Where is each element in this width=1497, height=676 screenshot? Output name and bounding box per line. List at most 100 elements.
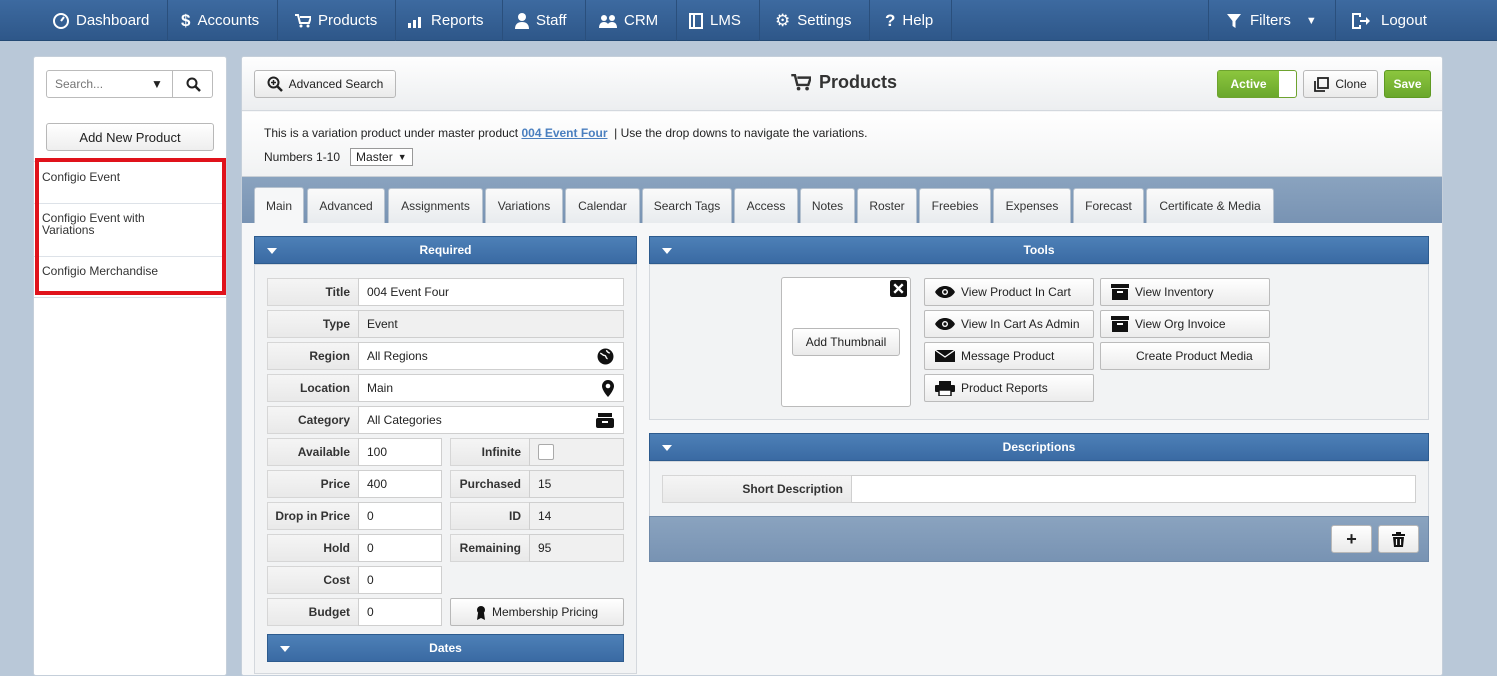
printer-icon bbox=[935, 380, 955, 396]
sidebar-item-configio-event[interactable]: Configio Event bbox=[42, 171, 220, 183]
message-product-button[interactable]: Message Product bbox=[924, 342, 1094, 370]
nav-help[interactable]: ? Help bbox=[867, 0, 953, 41]
available-label: Available bbox=[267, 438, 359, 466]
map-marker-icon bbox=[602, 380, 614, 397]
available-input[interactable]: 100 bbox=[358, 438, 442, 466]
hold-input[interactable]: 0 bbox=[358, 534, 442, 562]
add-new-product-button[interactable]: Add New Product bbox=[46, 123, 214, 151]
product-reports-button[interactable]: Product Reports bbox=[924, 374, 1094, 402]
tab-assignments[interactable]: Assignments bbox=[388, 188, 483, 223]
required-panel-header[interactable]: Required bbox=[254, 236, 637, 264]
short-description-input[interactable] bbox=[851, 475, 1416, 503]
question-icon: ? bbox=[885, 10, 896, 30]
region-select[interactable]: All Regions bbox=[358, 342, 624, 370]
add-thumbnail-button[interactable]: Add Thumbnail bbox=[792, 328, 900, 356]
tab-advanced[interactable]: Advanced bbox=[307, 188, 385, 223]
nav-label: Reports bbox=[431, 12, 484, 29]
location-value: Main bbox=[367, 381, 394, 395]
view-org-invoice-button[interactable]: View Org Invoice bbox=[1100, 310, 1270, 338]
gear-icon: ⚙ bbox=[775, 10, 791, 30]
master-product-link[interactable]: 004 Event Four bbox=[521, 126, 607, 140]
nav-products[interactable]: Products bbox=[277, 0, 397, 41]
create-product-media-button[interactable]: Create Product Media bbox=[1100, 342, 1270, 370]
descriptions-panel-header[interactable]: Descriptions bbox=[649, 433, 1429, 461]
search-button[interactable] bbox=[172, 71, 213, 97]
tab-variations[interactable]: Variations bbox=[485, 188, 563, 223]
infinite-checkbox[interactable] bbox=[538, 444, 554, 460]
view-product-in-cart-button[interactable]: View Product In Cart bbox=[924, 278, 1094, 306]
variation-selector-row: Numbers 1-10 Master ▼ bbox=[264, 148, 413, 166]
tab-calendar[interactable]: Calendar bbox=[565, 188, 640, 223]
membership-pricing-button[interactable]: Membership Pricing bbox=[450, 598, 624, 626]
nav-settings[interactable]: ⚙ Settings bbox=[757, 0, 871, 41]
sidebar-item-configio-merchandise[interactable]: Configio Merchandise bbox=[42, 265, 220, 277]
add-description-button[interactable]: + bbox=[1331, 525, 1372, 553]
clone-button[interactable]: Clone bbox=[1303, 70, 1378, 98]
caret-down-icon[interactable]: ▼ bbox=[151, 77, 163, 91]
active-toggle[interactable]: Active bbox=[1217, 70, 1297, 98]
dates-panel-header[interactable]: Dates bbox=[267, 634, 624, 662]
search-icon bbox=[186, 77, 201, 92]
trash-icon bbox=[1392, 531, 1405, 547]
tab-forecast[interactable]: Forecast bbox=[1073, 188, 1144, 223]
category-label: Category bbox=[267, 406, 359, 434]
nav-lms[interactable]: LMS bbox=[671, 0, 760, 41]
nav-reports[interactable]: Reports bbox=[390, 0, 503, 41]
nav-filters[interactable]: Filters ▼ bbox=[1208, 0, 1336, 41]
panel-title: Dates bbox=[429, 641, 462, 655]
budget-input[interactable]: 0 bbox=[358, 598, 442, 626]
tab-certificate-media[interactable]: Certificate & Media bbox=[1146, 188, 1274, 223]
tab-main[interactable]: Main bbox=[254, 187, 304, 224]
award-icon bbox=[476, 605, 485, 620]
tab-freebies[interactable]: Freebies bbox=[919, 188, 991, 223]
divider bbox=[34, 256, 224, 257]
sidebar-item-configio-event-variations[interactable]: Configio Event with Variations bbox=[42, 212, 192, 236]
save-button[interactable]: Save bbox=[1384, 70, 1431, 98]
advanced-search-button[interactable]: Advanced Search bbox=[254, 70, 396, 98]
title-input[interactable]: 004 Event Four bbox=[358, 278, 624, 306]
nav-label: Help bbox=[902, 12, 934, 29]
delete-description-button[interactable] bbox=[1378, 525, 1419, 553]
panel-title: Required bbox=[419, 243, 472, 257]
nav-logout[interactable]: Logout bbox=[1334, 0, 1445, 41]
tab-notes[interactable]: Notes bbox=[800, 188, 855, 223]
nav-label: Filters bbox=[1250, 12, 1291, 29]
tools-panel-header[interactable]: Tools bbox=[649, 236, 1429, 264]
tab-search-tags[interactable]: Search Tags bbox=[642, 188, 732, 223]
type-label: Type bbox=[267, 310, 359, 338]
page-title: Products bbox=[791, 72, 897, 93]
variation-select[interactable]: Master ▼ bbox=[350, 148, 413, 166]
close-icon[interactable] bbox=[890, 280, 907, 297]
page-title-text: Products bbox=[819, 72, 898, 92]
location-select[interactable]: Main bbox=[358, 374, 624, 402]
panel-title: Descriptions bbox=[1002, 440, 1076, 454]
nav-accounts[interactable]: $ Accounts bbox=[163, 0, 279, 41]
drop-in-price-input[interactable]: 0 bbox=[358, 502, 442, 530]
tab-roster[interactable]: Roster bbox=[857, 188, 917, 223]
nav-crm[interactable]: CRM bbox=[581, 0, 678, 41]
info-prefix: This is a variation product under master… bbox=[264, 126, 519, 140]
view-inventory-button[interactable]: View Inventory bbox=[1100, 278, 1270, 306]
button-label: Product Reports bbox=[961, 381, 1048, 395]
chart-icon bbox=[408, 16, 421, 28]
nav-label: CRM bbox=[624, 12, 659, 29]
nav-label: Settings bbox=[797, 12, 852, 29]
view-in-cart-as-admin-button[interactable]: View In Cart As Admin bbox=[924, 310, 1094, 338]
id-label: ID bbox=[450, 502, 530, 530]
tab-access[interactable]: Access bbox=[734, 188, 798, 223]
category-select[interactable]: All Categories bbox=[358, 406, 624, 434]
budget-label: Budget bbox=[267, 598, 359, 626]
descriptions-toolbar bbox=[649, 516, 1429, 562]
nav-staff[interactable]: Staff bbox=[497, 0, 586, 41]
button-label: View In Cart As Admin bbox=[961, 317, 1080, 331]
collapse-triangle-icon bbox=[267, 248, 277, 254]
cost-input[interactable]: 0 bbox=[358, 566, 442, 594]
tab-expenses[interactable]: Expenses bbox=[993, 188, 1071, 223]
nav-dashboard[interactable]: Dashboard bbox=[35, 0, 169, 41]
price-input[interactable]: 400 bbox=[358, 470, 442, 498]
thumbnail-box: Add Thumbnail bbox=[781, 277, 911, 407]
infinite-cell bbox=[529, 438, 624, 466]
zoom-in-icon bbox=[267, 76, 283, 92]
region-value: All Regions bbox=[367, 349, 428, 363]
collapse-triangle-icon bbox=[662, 445, 672, 451]
